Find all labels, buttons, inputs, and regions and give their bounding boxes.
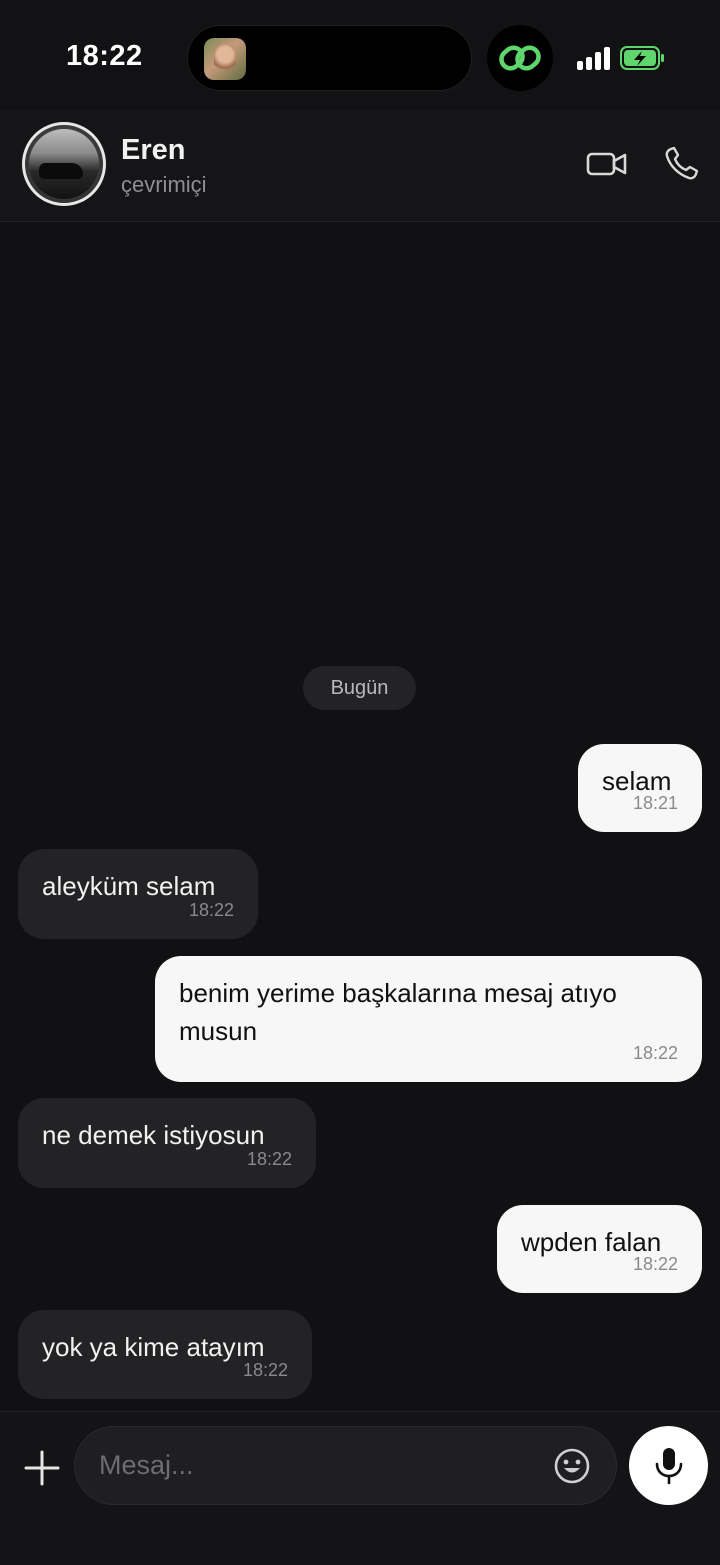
video-camera-icon[interactable] [586,146,628,182]
microphone-icon [655,1448,683,1485]
date-separator: Bugün [303,666,416,710]
status-bar: 18:22 [0,0,720,110]
message-bubble-incoming[interactable]: yok ya kime atayım 18:22 [18,1310,312,1399]
battery-charging-icon [620,46,664,70]
message-text: benim yerime başkalarına mesaj atıyo mus… [179,978,617,1046]
message-bubble-outgoing[interactable]: wpden falan 18:22 [497,1205,702,1293]
message-input[interactable] [99,1427,539,1504]
message-list[interactable]: Bugün selam 18:21 aleyküm selam 18:22 be… [0,223,720,1411]
message-time: 18:22 [246,1149,292,1169]
message-time: 18:22 [632,1254,678,1274]
now-playing-thumbnail[interactable] [204,38,246,80]
message-composer [0,1411,720,1565]
status-time: 18:22 [66,40,143,72]
link-icon [499,45,541,71]
contact-name[interactable]: Eren [121,134,185,167]
dynamic-island[interactable] [187,25,472,91]
message-bubble-incoming[interactable]: ne demek istiyosun 18:22 [18,1098,316,1188]
message-time: 18:21 [632,793,678,813]
voice-record-button[interactable] [629,1426,708,1505]
island-link-activity[interactable] [487,25,553,91]
phone-icon[interactable] [662,146,704,182]
message-time: 18:22 [188,900,234,920]
message-bubble-outgoing[interactable]: benim yerime başkalarına mesaj atıyo mus… [155,956,702,1082]
message-time: 18:22 [242,1360,288,1380]
message-time: 18:22 [632,1043,678,1063]
message-bubble-incoming[interactable]: aleyküm selam 18:22 [18,849,258,939]
plus-icon[interactable] [20,1446,64,1490]
message-bubble-outgoing[interactable]: selam 18:21 [578,744,702,832]
contact-avatar[interactable] [22,122,106,206]
message-input-container[interactable] [74,1426,617,1505]
cellular-signal-icon [577,46,611,70]
smiley-icon[interactable] [553,1447,591,1485]
chat-header: Eren çevrimiçi [0,110,720,222]
contact-status: çevrimiçi [121,172,207,197]
